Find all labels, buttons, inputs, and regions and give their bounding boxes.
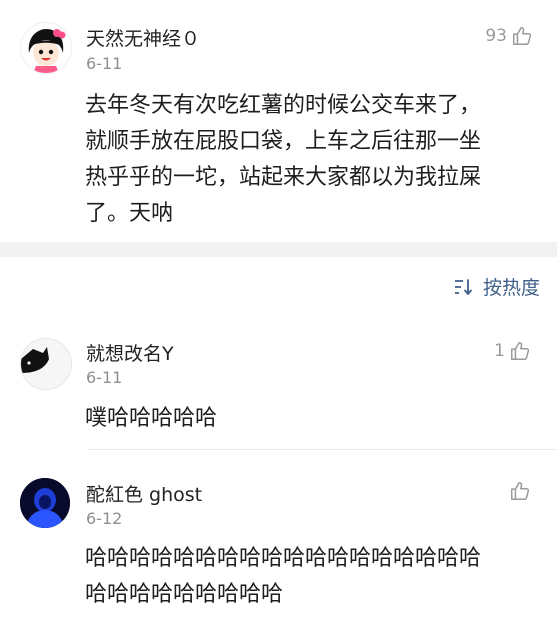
dark-blue-avatar-icon: [20, 478, 70, 528]
avatar[interactable]: [20, 22, 72, 74]
section-divider: [0, 242, 557, 257]
main-comment: 天然无神经０ 6-11 93 去年冬天有次吃红薯的时候公交车来了， 就顺手放在屁…: [0, 0, 557, 242]
like-button[interactable]: [505, 480, 531, 502]
sort-icon: [454, 278, 472, 295]
thumbs-up-icon: [511, 342, 530, 360]
comment-line: 去年冬天有次吃红薯的时候公交车来了，: [85, 93, 482, 118]
username[interactable]: 就想改名Y: [86, 339, 174, 366]
thumbs-up-icon: [513, 27, 532, 45]
reply-item: 就想改名Y 6-11 1 噗哈哈哈哈哈: [0, 313, 557, 449]
comment-line: 哈哈哈哈哈哈哈哈哈: [85, 582, 284, 607]
like-button[interactable]: 93: [485, 25, 533, 47]
comment-line: 哈哈哈哈哈哈哈哈哈哈哈哈哈哈哈哈哈哈: [85, 546, 482, 571]
comment-text: 哈哈哈哈哈哈哈哈哈哈哈哈哈哈哈哈哈哈 哈哈哈哈哈哈哈哈哈: [85, 541, 481, 613]
sort-label: 按热度: [482, 277, 540, 299]
girl-avatar-icon: [21, 23, 71, 73]
comment-text: 噗哈哈哈哈哈: [85, 401, 217, 437]
thumbs-up-icon: [511, 482, 530, 500]
sort-bar: 按热度: [0, 257, 557, 313]
post-date: 6-11: [86, 54, 123, 73]
comment-line: 噗哈哈哈哈哈: [85, 406, 218, 431]
black-cat-avatar-icon: [21, 339, 71, 389]
post-date: 6-12: [86, 509, 123, 528]
avatar[interactable]: [20, 338, 72, 390]
reply-item: 酡紅色 ghost 6-12 哈哈哈哈哈哈哈哈哈哈哈哈哈哈哈哈哈哈 哈哈哈哈哈哈…: [0, 450, 557, 622]
comment-line: 了。天呐: [85, 201, 174, 226]
comment-line: 热乎乎的一坨，站起来大家都以为我拉屎: [85, 165, 482, 190]
username[interactable]: 天然无神经０: [86, 24, 200, 51]
like-button[interactable]: 1: [494, 340, 531, 362]
avatar[interactable]: [20, 478, 70, 528]
comment-line: 就顺手放在屁股口袋，上车之后往那一坐: [85, 129, 482, 154]
username[interactable]: 酡紅色 ghost: [86, 480, 202, 507]
like-count: 93: [485, 26, 507, 46]
comment-text: 去年冬天有次吃红薯的时候公交车来了， 就顺手放在屁股口袋，上车之后往那一坐 热乎…: [85, 88, 481, 232]
like-count: 1: [494, 341, 505, 361]
sort-button[interactable]: 按热度: [453, 273, 540, 300]
post-date: 6-11: [86, 368, 123, 387]
